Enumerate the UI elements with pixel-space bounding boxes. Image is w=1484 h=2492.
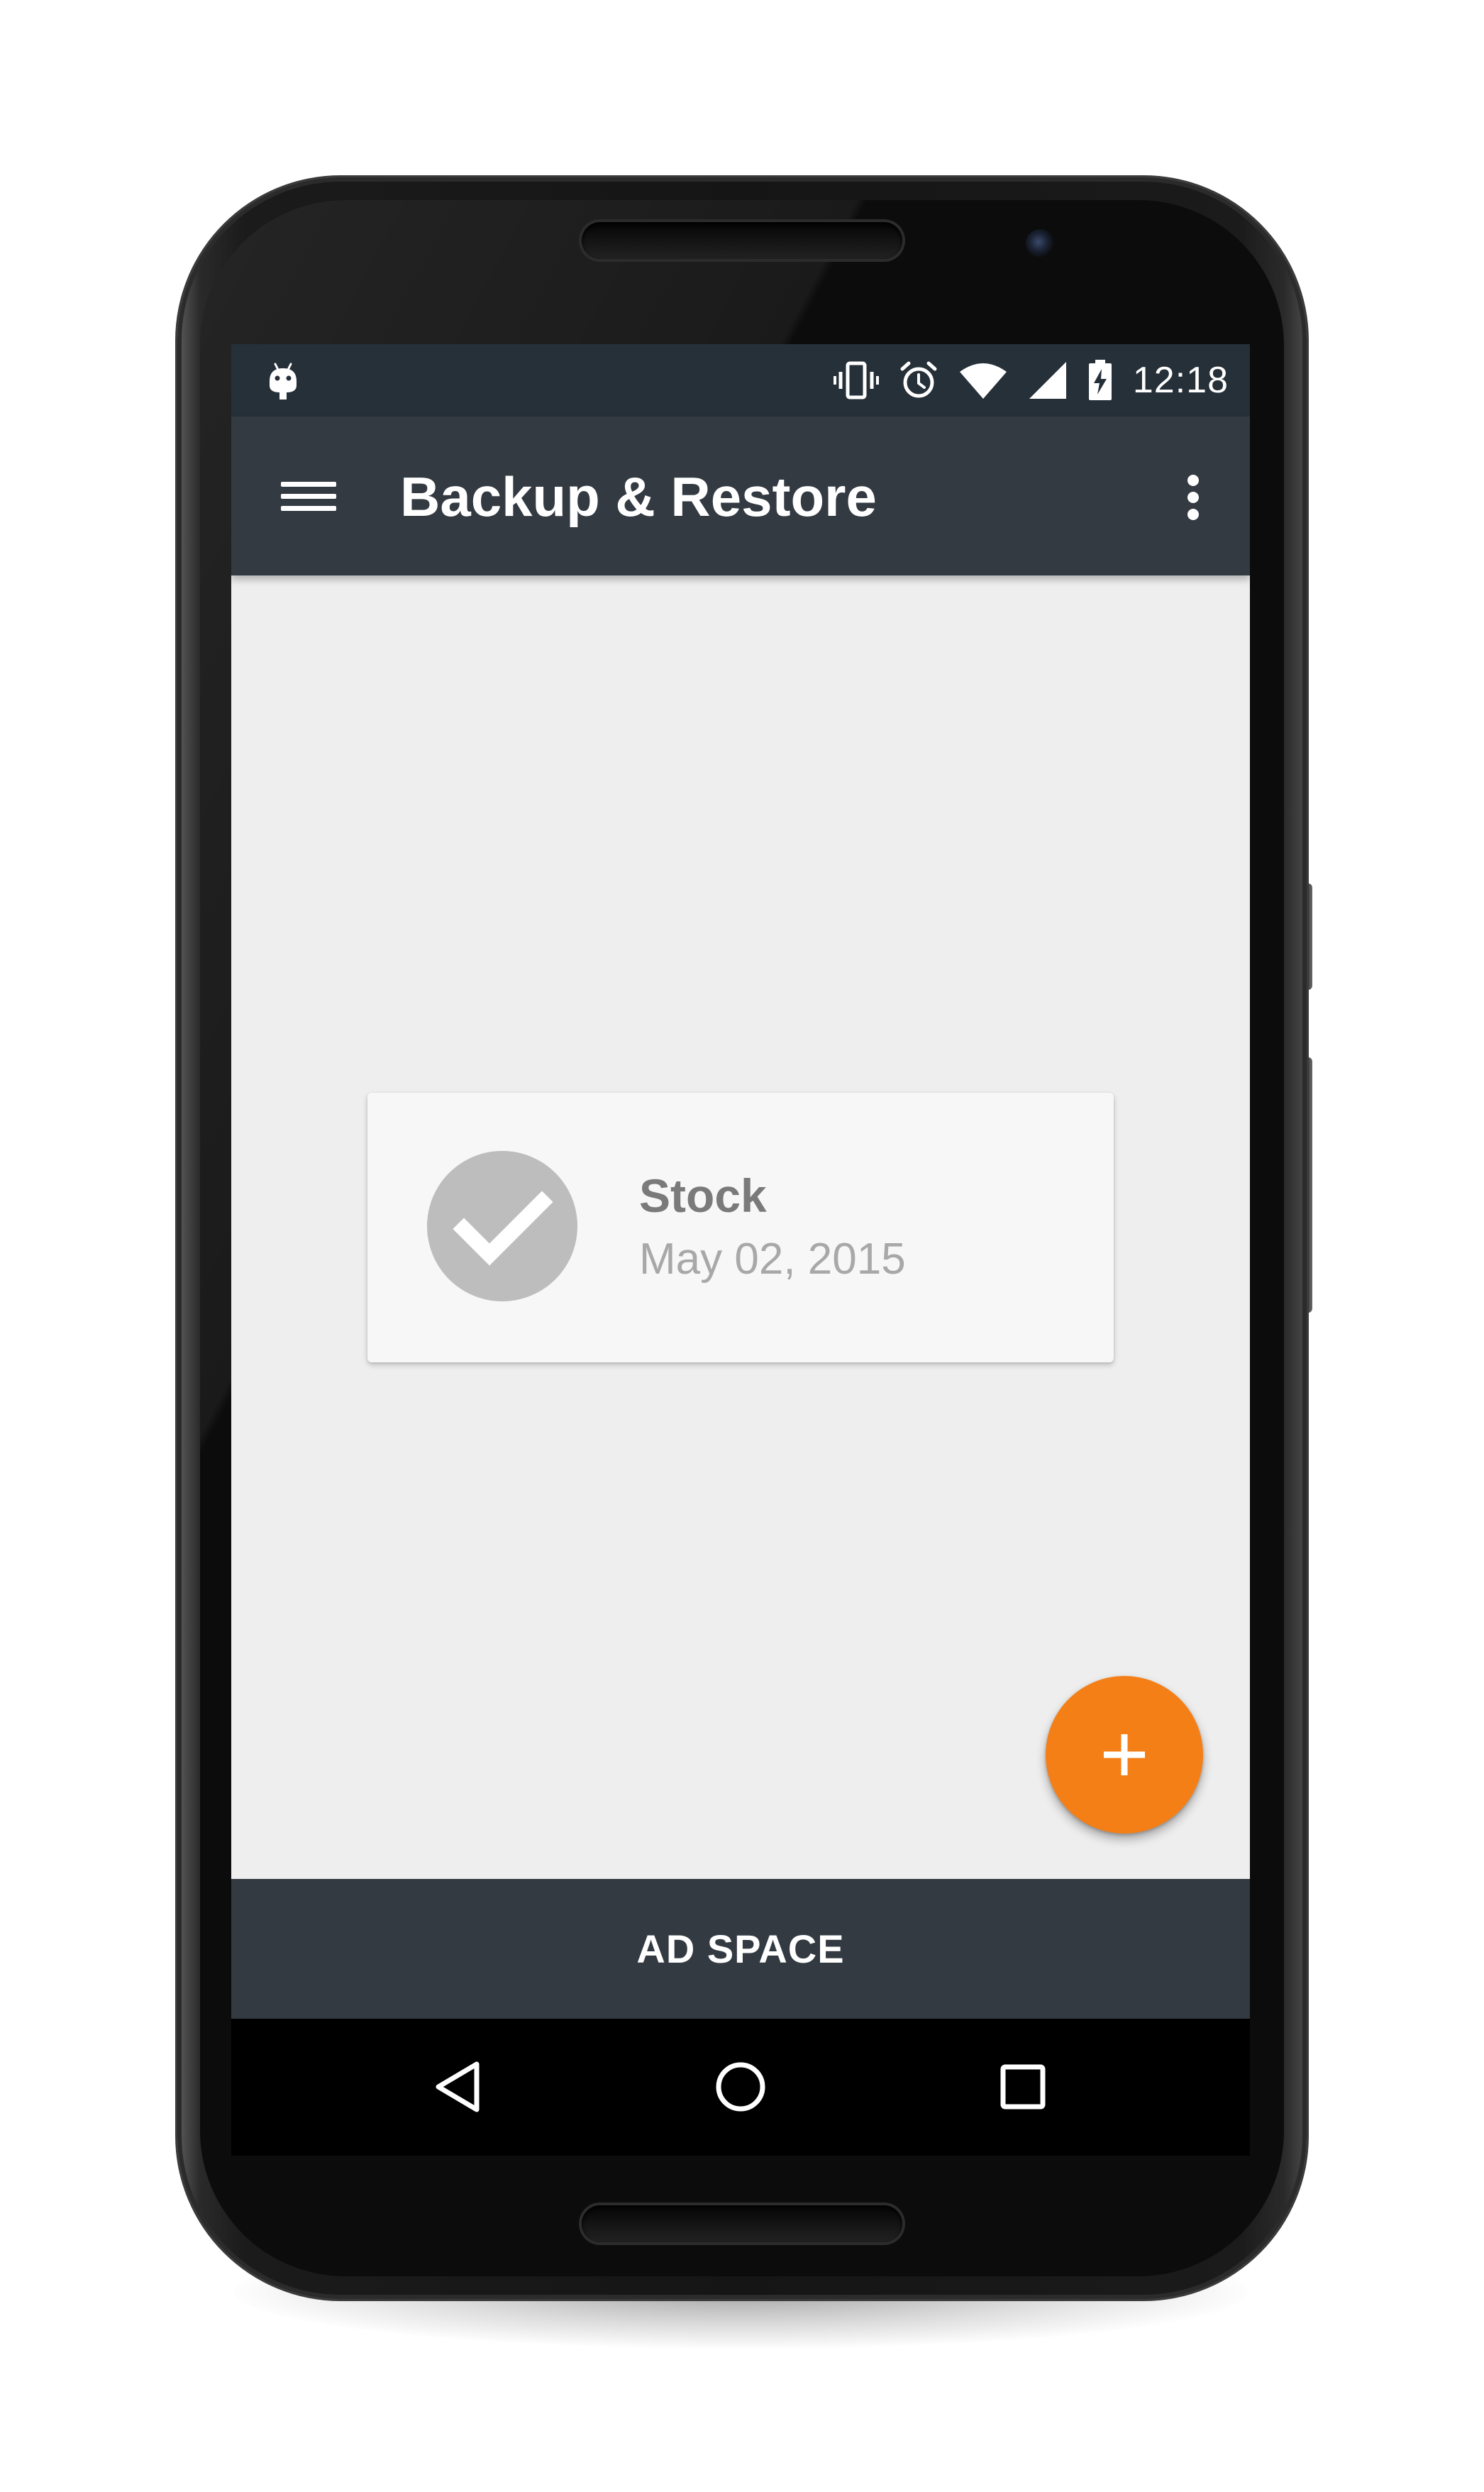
app-bar: Backup & Restore: [231, 417, 1250, 575]
navigation-bar: [231, 2019, 1250, 2156]
more-vert-icon[interactable]: [1179, 470, 1207, 524]
back-icon[interactable]: [423, 2051, 494, 2122]
add-backup-button[interactable]: [1046, 1676, 1203, 1834]
plus-icon: [1104, 1734, 1145, 1775]
home-icon[interactable]: [705, 2051, 776, 2122]
android-debug-icon: [265, 361, 301, 401]
screen: 12:18 Backup & Restore Stock May 02, 201…: [231, 344, 1250, 2156]
status-time: 12:18: [1132, 360, 1229, 401]
top-speaker: [582, 222, 902, 259]
backup-date: May 02, 2015: [639, 1235, 906, 1284]
ad-label: AD SPACE: [636, 1926, 845, 1971]
recents-icon[interactable]: [987, 2051, 1058, 2122]
battery-charging-icon: [1088, 360, 1112, 400]
backup-name: Stock: [639, 1169, 767, 1222]
signal-icon: [1029, 362, 1066, 399]
hamburger-menu-icon[interactable]: [278, 472, 339, 520]
vibrate-icon: [833, 361, 879, 399]
alarm-icon: [900, 361, 937, 398]
wifi-icon: [959, 363, 1007, 399]
front-camera: [1026, 229, 1054, 258]
check-circle-icon: [427, 1151, 577, 1301]
bottom-speaker: [582, 2205, 902, 2242]
backup-card[interactable]: Stock May 02, 2015: [367, 1093, 1114, 1362]
status-icons: 12:18: [833, 344, 1229, 417]
ad-banner[interactable]: AD SPACE: [231, 1879, 1250, 2019]
status-bar: 12:18: [231, 344, 1250, 417]
page-title: Backup & Restore: [400, 465, 877, 528]
